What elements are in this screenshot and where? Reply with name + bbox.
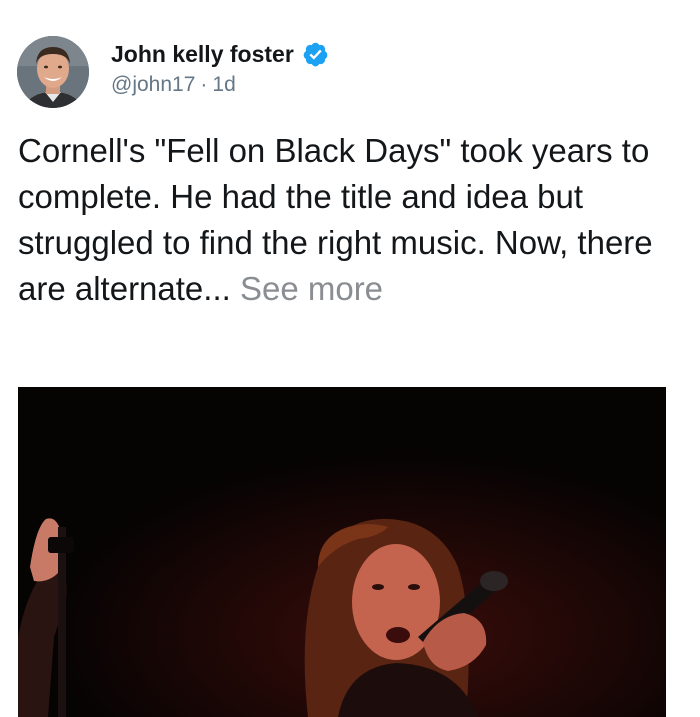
- author-meta: John kelly foster @john17 · 1d: [111, 39, 329, 97]
- post-time[interactable]: 1d: [212, 73, 235, 96]
- see-more-link[interactable]: See more: [240, 270, 383, 307]
- verified-badge-icon: [302, 41, 329, 68]
- concert-photo[interactable]: [18, 387, 666, 717]
- name-row: John kelly foster: [111, 39, 329, 69]
- post-header: John kelly foster @john17 · 1d: [17, 36, 329, 112]
- separator-dot: ·: [200, 73, 208, 96]
- avatar[interactable]: [17, 36, 89, 108]
- author-handle[interactable]: @john17: [111, 73, 195, 96]
- handle-row: @john17 · 1d: [111, 73, 329, 97]
- author-name[interactable]: John kelly foster: [111, 41, 294, 68]
- post-text: Cornell's "Fell on Black Days" took year…: [18, 128, 688, 312]
- post-card: John kelly foster @john17 · 1d Cornell's "…: [0, 0, 700, 717]
